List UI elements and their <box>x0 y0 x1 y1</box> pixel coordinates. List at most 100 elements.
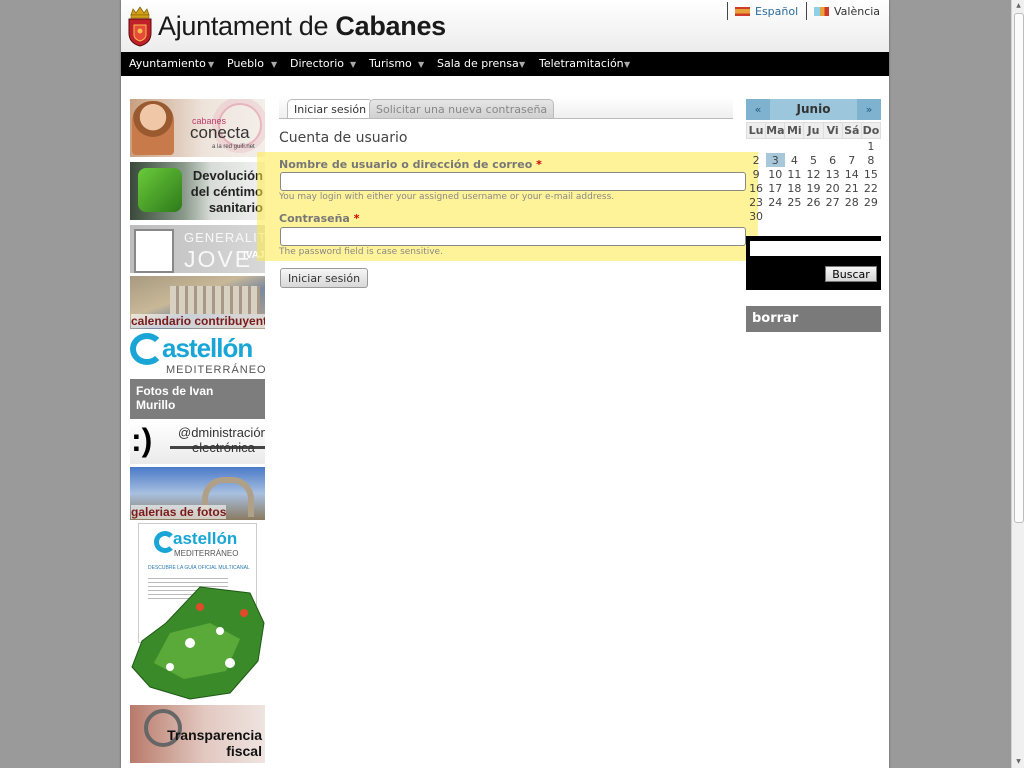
calendar-day[interactable]: 6 <box>823 153 842 167</box>
banner-cabanes-conecta[interactable]: cabanes conecta a la red guifi.net <box>130 99 265 157</box>
calendar-day[interactable]: 15 <box>861 167 880 181</box>
page-scrollbar[interactable]: ▲ ▼ <box>1011 0 1024 768</box>
calendar-day[interactable]: 19 <box>804 181 823 195</box>
calendar-day[interactable]: 10 <box>766 167 785 181</box>
banner-generalitat-jove[interactable]: GENERALITAT JOVE IVAJ <box>130 225 265 273</box>
banner-administracion-electronica[interactable]: :) @dministración electrónica <box>130 422 265 464</box>
menu-item-teletramitacion[interactable]: Teletramitación <box>539 52 624 76</box>
calendar-day[interactable]: 27 <box>823 195 842 209</box>
chevron-down-icon[interactable]: ▼ <box>271 52 277 76</box>
banner-text: JOVE <box>184 246 253 272</box>
calendar-day[interactable]: 30 <box>747 209 766 223</box>
calendar-day[interactable]: 21 <box>842 181 861 195</box>
page-title: Cuenta de usuario <box>279 130 408 146</box>
chevron-down-icon[interactable]: ▼ <box>624 52 630 76</box>
calendar-day[interactable]: 28 <box>842 195 861 209</box>
calendar-day[interactable]: 11 <box>785 167 804 181</box>
menu-item-ayuntamiento[interactable]: Ayuntamiento <box>129 52 206 76</box>
menu-item-pueblo[interactable]: Pueblo <box>227 52 264 76</box>
banner-text: GENERALITAT <box>184 230 265 245</box>
valencia-flag-icon <box>814 7 829 16</box>
calendar-day[interactable]: 1 <box>861 139 880 154</box>
calendar-prev-button[interactable]: « <box>746 99 770 120</box>
calendar-day[interactable]: 20 <box>823 181 842 195</box>
calendar-weekday: Lu <box>745 122 767 139</box>
menu-item-turismo[interactable]: Turismo <box>369 52 412 76</box>
calendar-day[interactable]: 2 <box>747 153 766 167</box>
coat-of-arms-icon[interactable] <box>127 5 153 47</box>
calendar-day[interactable]: 16 <box>747 181 766 195</box>
calendar-day[interactable]: 24 <box>766 195 785 209</box>
banner-text: sanitario <box>208 200 263 215</box>
calendar-day[interactable]: 23 <box>747 195 766 209</box>
calendar-empty-cell <box>823 139 842 154</box>
lang-separator <box>727 2 728 20</box>
banner-text: Transparencia <box>167 727 262 743</box>
banner-text: fiscal <box>226 743 262 759</box>
calendar-week: 16 17 18 19 20 21 22 <box>747 181 881 195</box>
tab-login[interactable]: Iniciar sesión <box>287 99 374 119</box>
calendar-day[interactable]: 12 <box>804 167 823 181</box>
password-input[interactable] <box>280 227 746 246</box>
site-title[interactable]: Ajuntament de Cabanes <box>158 11 446 42</box>
calendar-empty-cell <box>747 139 766 154</box>
smiley-icon: :) <box>131 422 153 458</box>
block-borrar[interactable]: borrar <box>746 306 881 332</box>
banner-castellon-mediterraneo[interactable]: astellón MEDITERRÁNEO <box>130 331 265 378</box>
chevron-down-icon[interactable]: ▼ <box>519 52 525 76</box>
calendar-empty-cell <box>823 209 842 223</box>
lang-link-valencia[interactable]: València <box>814 5 880 18</box>
calendar-day[interactable]: 7 <box>842 153 861 167</box>
calendar-day[interactable]: 4 <box>785 153 804 167</box>
calendar-day[interactable]: 9 <box>747 167 766 181</box>
banner-calendario-contribuyente[interactable]: calendario contribuyente <box>130 276 265 329</box>
search-button[interactable]: Buscar <box>825 266 877 282</box>
banner-transparencia-fiscal[interactable]: Transparencia fiscal <box>130 705 265 763</box>
calendar-day[interactable]: 29 <box>861 195 880 209</box>
banner-text: Devolución <box>192 168 263 183</box>
calendar-day[interactable]: 26 <box>804 195 823 209</box>
lang-link-espanol[interactable]: Español <box>735 5 798 18</box>
calendar-week: 23 24 25 26 27 28 29 <box>747 195 881 209</box>
username-description: You may login with either your assigned … <box>279 192 615 202</box>
scroll-thumb[interactable] <box>1014 13 1024 523</box>
calendar-day[interactable]: 17 <box>766 181 785 195</box>
calendar-empty-cell <box>766 139 785 154</box>
search-input[interactable] <box>750 241 881 256</box>
menu-item-sala-de-prensa[interactable]: Sala de prensa <box>437 52 519 76</box>
scroll-up-icon[interactable]: ▲ <box>1014 1 1023 11</box>
calendar-day[interactable]: 5 <box>804 153 823 167</box>
banner-fotos-ivan-murillo[interactable]: Fotos de Ivan Murillo <box>130 379 265 419</box>
tab-new-password[interactable]: Solicitar una nueva contraseña <box>369 99 555 119</box>
calendar-day[interactable]: 13 <box>823 167 842 181</box>
password-description: The password field is case sensitive. <box>279 247 443 257</box>
calendar-empty-cell <box>842 139 861 154</box>
scroll-down-icon[interactable]: ▼ <box>1014 757 1023 767</box>
menu-item-directorio[interactable]: Directorio <box>290 52 344 76</box>
chevron-down-icon[interactable]: ▼ <box>350 52 356 76</box>
fuel-nozzle-photo <box>138 168 182 212</box>
banner-devolucion-centimo[interactable]: Devolución del céntimo sanitario <box>130 162 265 220</box>
banner-text: Murillo <box>136 398 176 412</box>
calendar-day[interactable]: 22 <box>861 181 880 195</box>
calendar-weekday: Vi <box>822 122 843 139</box>
banner-galerias-de-fotos[interactable]: galerias de fotos <box>130 467 265 520</box>
banner-text: MEDITERRÁNEO <box>166 364 265 376</box>
username-input[interactable] <box>280 172 746 191</box>
chevron-down-icon[interactable]: ▼ <box>208 52 214 76</box>
tab-divider <box>279 118 733 119</box>
chevron-down-icon[interactable]: ▼ <box>418 52 424 76</box>
calendar-next-button[interactable]: » <box>857 99 881 120</box>
banner-guia-castellon[interactable]: astellón MEDITERRÁNEO DESCUBRE LA GUÍA O… <box>130 523 265 700</box>
calendar-day[interactable]: 18 <box>785 181 804 195</box>
login-button[interactable]: Iniciar sesión <box>280 268 368 288</box>
calendar-day[interactable]: 8 <box>861 153 880 167</box>
calendar-day[interactable]: 3 <box>765 153 785 167</box>
banner-text: calendario contribuyente <box>131 314 265 328</box>
calendar-day[interactable]: 14 <box>842 167 861 181</box>
calendar-grid: Lu Ma Mi Ju Vi Sá Do 1 2 3 4 5 6 7 8 9 10 11 12 13 14… <box>745 122 882 223</box>
calendar-day[interactable]: 25 <box>785 195 804 209</box>
calendar-empty-cell <box>785 139 804 154</box>
required-mark: * <box>536 158 542 171</box>
banner-text: Fotos de Ivan <box>136 384 214 398</box>
